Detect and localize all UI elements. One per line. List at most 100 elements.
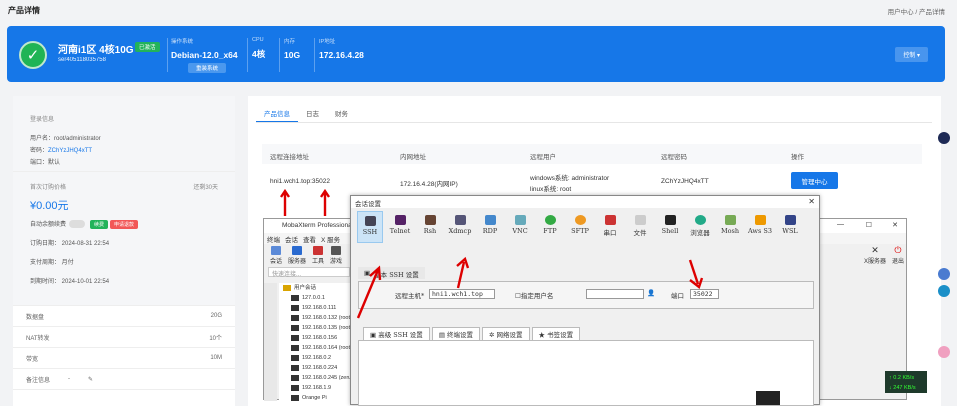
- tab-log[interactable]: 日志: [298, 108, 327, 122]
- tab-finance[interactable]: 财务: [327, 108, 356, 122]
- tab-bookmark[interactable]: ★ 书签设置: [531, 327, 581, 341]
- type-rsh[interactable]: Rsh: [417, 211, 443, 243]
- settings-tabs: ▣ 高级 SSH 设置 ▤ 终端设置 ✲ 网络设置 ★ 书签设置: [363, 327, 581, 341]
- login-title: 登录信息: [30, 117, 55, 123]
- aws-icon: [754, 215, 766, 225]
- type-aws-s3[interactable]: Aws S3: [747, 211, 773, 243]
- session-label: 192.168.0.135 (root): [302, 325, 352, 331]
- top-bar: 产品详情 用户中心 / 产品详情: [0, 0, 957, 20]
- os-label: 操作系统: [171, 39, 194, 45]
- auto-renew-toggle[interactable]: [69, 220, 86, 229]
- close-icon[interactable]: ✕: [808, 197, 815, 206]
- type-shell[interactable]: Shell: [657, 211, 683, 243]
- type-telnet[interactable]: Telnet: [387, 211, 413, 243]
- quick-connect-input[interactable]: 快速连接...: [268, 267, 350, 278]
- disk-value: 20G: [210, 313, 222, 319]
- type-label: Mosh: [720, 227, 740, 235]
- divider: [314, 38, 315, 72]
- tools-icon: [313, 246, 324, 255]
- tab-product-info[interactable]: 产品信息: [256, 108, 298, 122]
- servers-tool[interactable]: 服务器: [288, 246, 306, 265]
- list-item[interactable]: 192.168.0.245 (zeru): [279, 373, 354, 383]
- tab-terminal-label: 终端设置: [447, 331, 474, 339]
- arrow-host: [456, 256, 470, 289]
- tag-icon[interactable]: [938, 268, 950, 280]
- xdmcp-icon: [454, 215, 466, 225]
- dialog-title: 会话设置: [351, 196, 819, 208]
- tab-bookmark-label: 书签设置: [547, 331, 574, 339]
- product-name: 河南i1区 4核10G: [58, 45, 134, 56]
- list-item[interactable]: 192.168.0.111: [279, 303, 354, 313]
- menu-xserver[interactable]: X 服务: [321, 234, 340, 244]
- arrow-up-right: [320, 188, 330, 216]
- reinstall-button[interactable]: 重装系统: [188, 63, 227, 73]
- list-item[interactable]: 192.168.0.2: [279, 353, 354, 363]
- tools-tool-label: 工具: [312, 259, 325, 265]
- breadcrumb[interactable]: 用户中心 / 产品详情: [888, 6, 945, 16]
- login-info: 登录信息 用户名：root/administrator 密码：ZChYzJHQ4…: [13, 96, 235, 172]
- list-item[interactable]: 127.0.0.1: [279, 293, 354, 303]
- list-item[interactable]: 192.168.0.135 (root): [279, 323, 354, 333]
- control-dropdown[interactable]: 控制 ▾: [895, 47, 928, 62]
- page-title: 产品详情: [8, 6, 40, 15]
- list-item[interactable]: 192.168.0.156: [279, 333, 354, 343]
- session-label: 127.0.0.1: [302, 295, 325, 301]
- type-xdmcp[interactable]: Xdmcp: [447, 211, 473, 243]
- xserver-button[interactable]: ✕ X服务器: [864, 245, 886, 265]
- list-item[interactable]: 192.168.0.224: [279, 363, 354, 373]
- menu-view[interactable]: 查看: [303, 234, 316, 244]
- refund-button[interactable]: 申请退款: [110, 220, 139, 229]
- type-ssh[interactable]: SSH: [357, 211, 383, 243]
- minimize-icon[interactable]: —: [837, 221, 844, 228]
- session-label: 192.168.1.9: [302, 385, 332, 391]
- type-file[interactable]: 文件: [627, 211, 653, 243]
- hand-icon[interactable]: [938, 346, 950, 358]
- tree-root-label: 用户会话: [294, 285, 317, 291]
- dialog-annotation-arrows: [356, 256, 704, 319]
- type-rdp[interactable]: RDP: [477, 211, 503, 243]
- menu-terminal[interactable]: 终端: [267, 234, 280, 244]
- close-icon[interactable]: ✕: [892, 221, 898, 229]
- browser-icon: [694, 215, 706, 225]
- list-item[interactable]: 192.168.0.132 (root): [279, 313, 354, 323]
- type-browser[interactable]: 浏览器: [687, 211, 713, 243]
- check-icon: ✓: [19, 41, 47, 69]
- gear-icon[interactable]: [938, 285, 950, 297]
- key-icon: [756, 391, 780, 405]
- type-label: SSH: [362, 228, 378, 236]
- type-ftp[interactable]: FTP: [537, 211, 563, 243]
- renew-button[interactable]: 续费: [90, 220, 109, 229]
- chat-icon[interactable]: [938, 132, 950, 144]
- tree-root[interactable]: 用户会话: [279, 283, 354, 293]
- type-serial[interactable]: 串口: [597, 211, 623, 243]
- type-wsl[interactable]: WSL: [777, 211, 803, 243]
- type-vnc[interactable]: VNC: [507, 211, 533, 243]
- bw-label: 带宽: [26, 356, 39, 363]
- tools-tool[interactable]: 工具: [312, 246, 325, 265]
- shell-icon: [664, 215, 676, 225]
- tab-advanced-ssh[interactable]: ▣ 高级 SSH 设置: [363, 327, 430, 341]
- tab-terminal[interactable]: ▤ 终端设置: [431, 327, 481, 341]
- terminal-icon: [291, 304, 299, 311]
- type-label: FTP: [543, 227, 557, 235]
- mem-info: 内存 10G: [284, 37, 300, 60]
- exit-button[interactable]: ⏻ 退出: [892, 245, 904, 265]
- type-mosh[interactable]: Mosh: [717, 211, 743, 243]
- maximize-icon[interactable]: ☐: [866, 221, 872, 229]
- side-strip: [264, 283, 277, 401]
- session-label: Orange Pi: [302, 395, 327, 401]
- divider: [167, 38, 168, 72]
- games-tool[interactable]: 游戏: [330, 246, 342, 265]
- session-tool[interactable]: 会话: [270, 246, 282, 265]
- tab-network[interactable]: ✲ 网络设置: [482, 327, 530, 341]
- password-value[interactable]: ZChYzJHQ4xTT: [48, 148, 92, 154]
- password-row: 密码：ZChYzJHQ4xTT: [30, 145, 218, 154]
- type-sftp[interactable]: SFTP: [567, 211, 593, 243]
- manage-center-button[interactable]: 管理中心: [791, 172, 838, 189]
- remote-user-linux: linux系统: root: [530, 186, 572, 193]
- list-item[interactable]: 192.168.1.9: [279, 383, 354, 393]
- serial-icon: [604, 215, 616, 225]
- menu-session[interactable]: 会话: [285, 234, 298, 244]
- edit-icon[interactable]: ✎: [88, 376, 93, 383]
- list-item[interactable]: 192.168.0.164 (root): [279, 343, 354, 353]
